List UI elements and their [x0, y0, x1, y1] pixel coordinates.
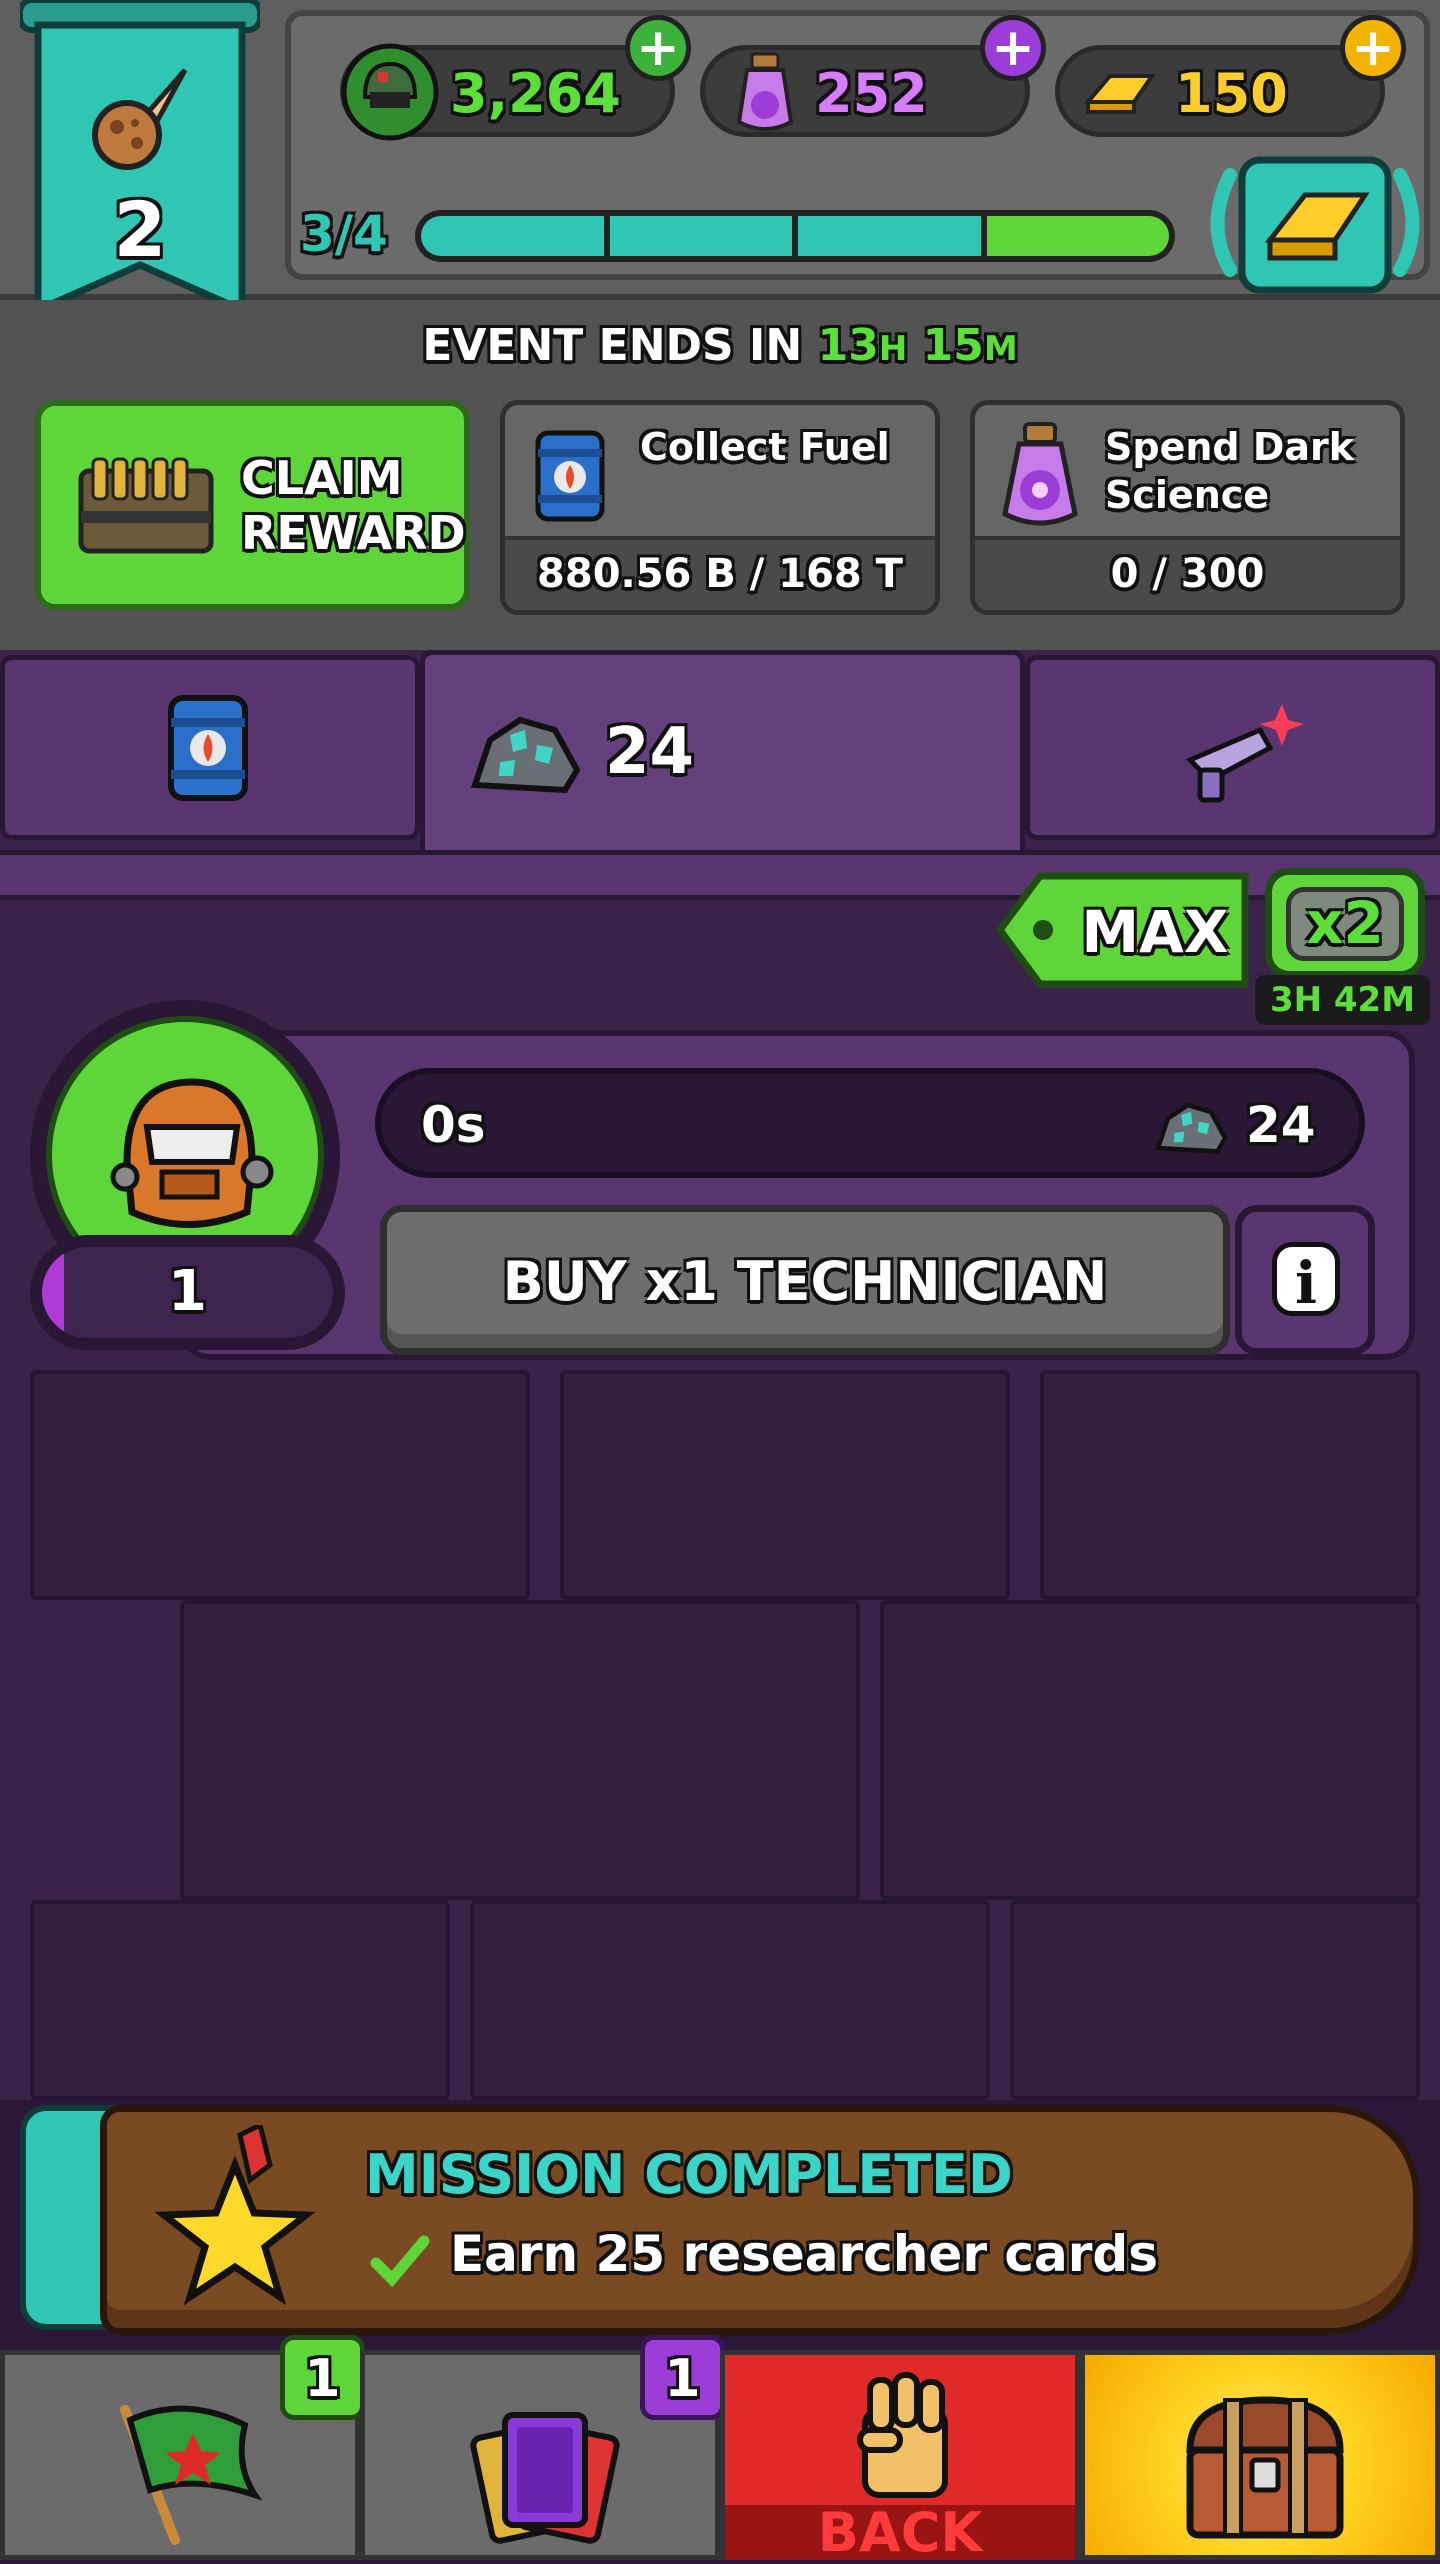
- production-timer-bar: 0s 24: [375, 1068, 1365, 1178]
- mission-description: Earn 25 researcher cards: [450, 2225, 1158, 2283]
- fuel-barrel-icon: [163, 690, 253, 805]
- missions-badge: 1: [280, 2335, 365, 2420]
- progress-bar: [415, 210, 1175, 262]
- tab-research[interactable]: [1025, 655, 1440, 840]
- event-hours: 13: [817, 320, 879, 371]
- progress-segment: [986, 216, 1169, 256]
- spend-dark-science-task[interactable]: Spend Dark Science 0 / 300: [970, 400, 1405, 615]
- unit-level: 1: [168, 1259, 207, 1324]
- claim-line1: CLAIM: [241, 451, 403, 505]
- nav-chest-button[interactable]: [1080, 2350, 1440, 2560]
- wall-brick: [470, 1900, 990, 2100]
- event-prefix: EVENT ENDS IN: [422, 320, 803, 371]
- claim-reward-button[interactable]: CLAIM REWARD: [35, 400, 470, 610]
- wall-brick: [30, 1900, 450, 2100]
- wall-brick: [180, 1600, 860, 1900]
- technician-helmet-icon: [87, 1052, 287, 1252]
- tab-crystals[interactable]: 24: [420, 650, 1025, 865]
- progress-segment: [421, 216, 604, 256]
- star-rank-icon: [150, 2121, 320, 2315]
- boost-timer: 3H 42M: [1255, 975, 1430, 1025]
- science-title-line1: Spend Dark: [1105, 425, 1355, 469]
- progress-label: 3/4: [300, 205, 388, 263]
- crystal-ore-icon: [465, 700, 585, 800]
- mission-status: MISSION COMPLETED: [365, 2143, 1013, 2206]
- soldier-helmet-icon: [340, 42, 440, 142]
- wall-brick: [1010, 1900, 1420, 2100]
- ray-gun-icon: [1170, 690, 1310, 810]
- cards-badge: 1: [640, 2335, 725, 2420]
- potion-icon: [725, 50, 805, 134]
- boost-multiplier: x2: [1306, 889, 1384, 957]
- level-number: 2: [113, 185, 167, 274]
- collect-fuel-task[interactable]: Collect Fuel 880.56 B / 168 T: [500, 400, 940, 615]
- wall-brick: [560, 1370, 1010, 1600]
- science-title-line2: Science: [1105, 473, 1270, 517]
- buy-technician-button[interactable]: BUY x1 TECHNICIAN: [380, 1205, 1230, 1355]
- fuel-title: Collect Fuel: [640, 425, 890, 469]
- unit-level-pill: 1: [30, 1235, 345, 1350]
- tab-fuel[interactable]: [0, 655, 420, 840]
- max-button[interactable]: MAX: [995, 870, 1255, 990]
- ammo-crate-icon: [71, 451, 221, 561]
- back-label: BACK: [725, 2505, 1075, 2560]
- fuel-barrel-icon: [530, 425, 610, 525]
- gold-reward-button[interactable]: [1200, 150, 1430, 300]
- dark-science-currency[interactable]: 252: [700, 45, 1030, 137]
- wall-brick: [30, 1370, 530, 1600]
- soldiers-plus-button[interactable]: +: [625, 15, 691, 81]
- dark-science-plus-button[interactable]: +: [980, 15, 1046, 81]
- crystal-ore-icon: [1151, 1092, 1231, 1158]
- gold-plus-button[interactable]: +: [1340, 15, 1406, 81]
- mission-banner[interactable]: MISSION COMPLETED Earn 25 researcher car…: [20, 2105, 1420, 2335]
- meteor-icon: [85, 55, 205, 175]
- gold-currency[interactable]: 150: [1055, 45, 1385, 137]
- dark-science-value: 252: [815, 62, 928, 125]
- max-label: MAX: [1081, 898, 1229, 966]
- treasure-chest-icon: [1170, 2380, 1360, 2545]
- back-button[interactable]: BACK: [720, 2350, 1080, 2560]
- wall-brick: [880, 1600, 1420, 1900]
- soldiers-currency[interactable]: 3,264: [340, 43, 675, 141]
- info-icon: i: [1272, 1242, 1340, 1317]
- potion-icon: [995, 420, 1085, 530]
- soldiers-value: 3,264: [450, 62, 621, 125]
- science-progress: 0 / 300: [975, 536, 1400, 610]
- bottom-nav: 1 1 BACK: [0, 2335, 1440, 2560]
- speed-boost-button[interactable]: x2: [1265, 868, 1425, 978]
- cards-icon: [470, 2395, 620, 2545]
- claim-line2: REWARD: [241, 506, 466, 560]
- gold-bar-icon: [1080, 62, 1160, 122]
- fuel-progress: 880.56 B / 168 T: [505, 536, 935, 610]
- crystal-count: 24: [605, 715, 695, 789]
- check-icon: [370, 2233, 430, 2288]
- event-minutes-unit: M: [983, 329, 1018, 369]
- progress-segment: [609, 216, 792, 256]
- event-timer: EVENT ENDS IN 13H 15M: [0, 320, 1440, 371]
- fist-icon: [840, 2370, 970, 2500]
- flag-icon: [105, 2395, 265, 2545]
- progress-segment: [798, 216, 981, 256]
- event-minutes: 15: [922, 320, 984, 371]
- production-cost: 24: [1246, 1096, 1316, 1154]
- wall-brick: [1040, 1370, 1420, 1600]
- event-hours-unit: H: [878, 329, 908, 369]
- level-banner[interactable]: 2: [17, 0, 263, 320]
- info-button[interactable]: i: [1235, 1205, 1375, 1355]
- gold-value: 150: [1175, 62, 1288, 125]
- buy-label: BUY x1 TECHNICIAN: [502, 1250, 1108, 1313]
- production-time: 0s: [421, 1096, 486, 1154]
